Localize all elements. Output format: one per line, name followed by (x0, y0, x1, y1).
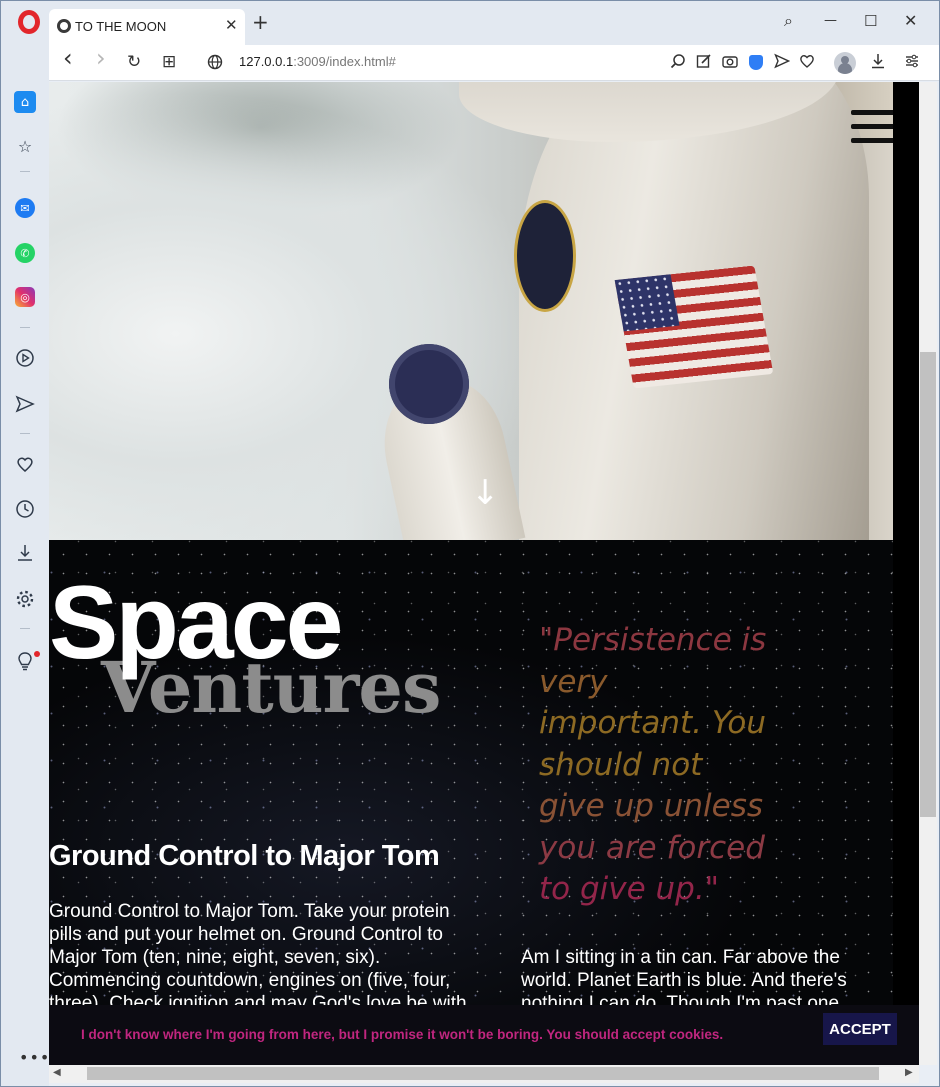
tab-title: TO THE MOON (75, 19, 167, 34)
forward-button[interactable]: › (96, 46, 106, 70)
instagram-icon[interactable]: ◎ (15, 287, 35, 307)
whatsapp-icon[interactable]: ✆ (15, 243, 35, 263)
quote-line: very (539, 663, 608, 700)
close-tab-icon[interactable]: ✕ (225, 16, 238, 34)
close-window-button[interactable]: ✕ (904, 11, 917, 31)
quote-line: "Persistence is (539, 622, 767, 658)
sidebar-divider (20, 327, 30, 328)
globe-icon (57, 19, 71, 33)
home-icon[interactable]: ⌂ (14, 91, 36, 113)
url-host: 127.0.0.1 (239, 54, 294, 69)
reload-button[interactable]: ↻ (127, 52, 141, 72)
cookie-message: I don't know where I'm going from here, … (81, 1027, 724, 1042)
sidebar-divider (20, 171, 30, 172)
tab-grid-icon[interactable]: ⊞ (162, 52, 176, 72)
vertical-scrollbar[interactable] (919, 82, 937, 1065)
browser-window: TO THE MOON ✕ + ⌕ — ☐ ✕ ‹ › ↻ ⊞ 127.0.0.… (0, 0, 940, 1087)
history-clock-icon[interactable] (14, 498, 36, 520)
page-viewport: ↓ Ventures Space "Persistence is very impo… (49, 82, 919, 1065)
scroll-left-arrow-icon[interactable]: ◀ (53, 1068, 61, 1078)
send-icon[interactable] (774, 53, 790, 69)
profile-avatar-icon[interactable] (834, 52, 856, 74)
sidebar-divider (20, 628, 30, 629)
space-ventures-section: Ventures Space "Persistence is very import… (49, 540, 893, 1065)
downloads-icon[interactable] (14, 542, 36, 564)
url-path: :3009/index.html# (293, 54, 396, 69)
title-bar: TO THE MOON ✕ + ⌕ — ☐ ✕ (1, 1, 939, 45)
scroll-down-arrow-icon[interactable]: ↓ (471, 476, 500, 510)
snapshot-icon[interactable] (722, 53, 738, 69)
quote-line: give up unless (539, 788, 764, 824)
zoom-icon[interactable] (670, 53, 686, 69)
settings-gear-icon[interactable] (14, 588, 36, 610)
address-bar: ‹ › ↻ ⊞ 127.0.0.1:3009/index.html# (49, 45, 939, 81)
quote-line: to give up." (539, 871, 719, 907)
hamburger-menu-icon[interactable] (851, 110, 893, 146)
notification-dot (34, 651, 40, 657)
ground-control-heading: Ground Control to Major Tom (49, 840, 440, 872)
tab-to-the-moon[interactable]: TO THE MOON ✕ (49, 9, 245, 45)
horizontal-scrollbar-thumb[interactable] (87, 1067, 879, 1080)
sidebar: ⌂ ☆ ✉ ✆ ◎ ••• (1, 45, 49, 1086)
url-field[interactable]: 127.0.0.1:3009/index.html# (239, 54, 396, 69)
hero-astronaut-image: ↓ (49, 82, 893, 540)
sidebar-divider (20, 433, 30, 434)
bookmarks-heart-icon[interactable] (14, 453, 36, 475)
mission-patch (514, 200, 576, 312)
opera-menu-icon[interactable] (18, 10, 40, 34)
us-flag-patch (614, 265, 774, 389)
back-button[interactable]: ‹ (63, 46, 73, 70)
flow-send-icon[interactable] (14, 393, 36, 415)
title-space: Space (49, 565, 343, 681)
speed-dial-star-icon[interactable]: ☆ (14, 135, 36, 157)
minimize-button[interactable]: — (824, 11, 837, 31)
quote-line: you are forced (539, 829, 765, 866)
share-icon[interactable] (696, 53, 712, 69)
horizontal-scrollbar[interactable]: ◀ ▶ (49, 1065, 919, 1083)
cookie-banner: I don't know where I'm going from here, … (49, 1005, 919, 1065)
accept-cookies-button[interactable]: ACCEPT (823, 1013, 897, 1045)
sidebar-more-icon[interactable]: ••• (19, 1048, 50, 1067)
persistence-quote: "Persistence is very important. You should … (539, 620, 799, 911)
downloads-icon[interactable] (870, 53, 886, 69)
site-info-globe-icon[interactable] (207, 54, 223, 70)
quote-line: should not (539, 746, 703, 783)
scroll-right-arrow-icon[interactable]: ▶ (905, 1068, 913, 1078)
vpn-shield-icon[interactable] (749, 55, 763, 70)
maximize-button[interactable]: ☐ (864, 11, 877, 31)
search-tabs-icon[interactable]: ⌕ (784, 11, 793, 31)
new-tab-button[interactable]: + (252, 12, 269, 32)
vertical-scrollbar-thumb[interactable] (920, 352, 936, 817)
player-icon[interactable] (14, 347, 36, 369)
quote-line: important. You (539, 705, 767, 741)
bookmark-heart-icon[interactable] (799, 53, 815, 69)
tips-lightbulb-icon[interactable] (14, 650, 36, 672)
flag-canton (614, 274, 680, 332)
easy-setup-icon[interactable] (904, 53, 920, 69)
messenger-icon[interactable]: ✉ (15, 198, 35, 218)
astronaut-glove (389, 344, 469, 424)
